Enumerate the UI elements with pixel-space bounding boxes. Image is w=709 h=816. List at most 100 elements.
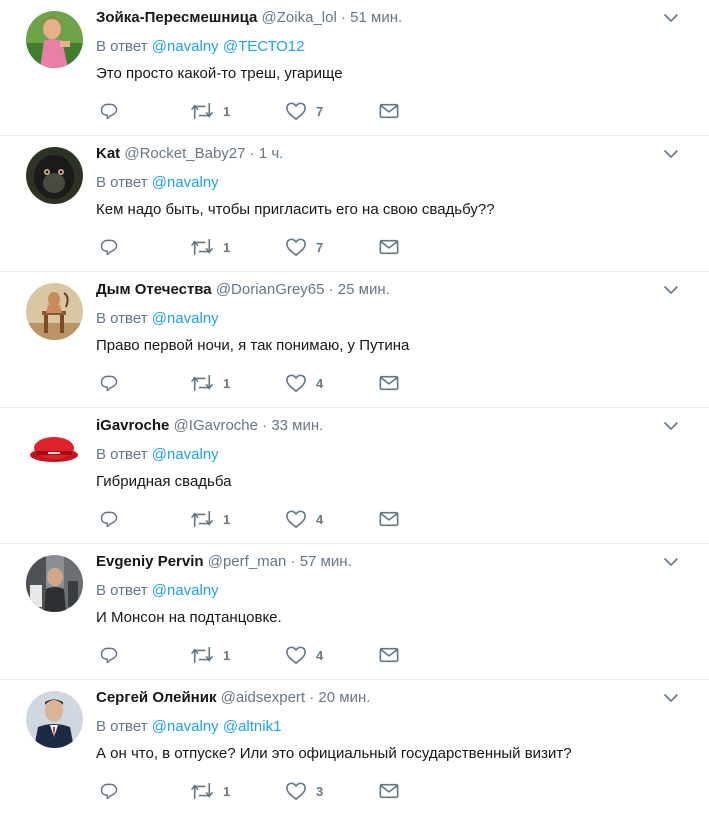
avatar-image — [26, 555, 83, 612]
mention-link[interactable]: @navalny — [152, 38, 219, 55]
mention-link[interactable]: @navalny — [152, 718, 219, 735]
chevron-down-icon[interactable] — [663, 420, 679, 432]
avatar[interactable] — [26, 283, 83, 340]
direct-message-button[interactable] — [379, 101, 399, 121]
heart-icon — [286, 510, 306, 528]
retweet-button[interactable]: 1 — [190, 373, 230, 393]
mention-link[interactable]: @navalny — [152, 446, 219, 463]
tweet-timestamp[interactable]: 1 ч. — [259, 145, 284, 162]
retweet-button[interactable]: 1 — [190, 645, 230, 665]
retweet-count: 1 — [223, 783, 231, 799]
like-count: 4 — [316, 647, 324, 663]
avatar[interactable] — [26, 691, 83, 748]
author-handle[interactable]: @aidsexpert — [221, 689, 305, 706]
heart-icon — [286, 646, 306, 664]
like-count: 7 — [316, 103, 324, 119]
avatar-image — [26, 691, 83, 748]
like-button[interactable]: 4 — [285, 509, 323, 529]
reply-button[interactable] — [99, 645, 119, 665]
tweet-timestamp[interactable]: 25 мин. — [338, 281, 390, 298]
reply-button[interactable] — [99, 509, 119, 529]
tweet-actions: 1 3 — [99, 781, 419, 801]
reply-prefix: В ответ — [96, 174, 148, 191]
author-name[interactable]: Evgeniy Pervin — [96, 553, 204, 570]
reply-button[interactable] — [99, 373, 119, 393]
mention-link[interactable]: @ТЕСТО12 — [223, 38, 305, 55]
envelope-icon — [379, 375, 399, 391]
tweet-timestamp[interactable]: 33 мин. — [271, 417, 323, 434]
chevron-down-icon[interactable] — [663, 556, 679, 568]
reply-icon — [100, 375, 118, 392]
author-handle[interactable]: @DorianGrey65 — [216, 281, 325, 298]
chevron-down-icon[interactable] — [663, 12, 679, 24]
reply-button[interactable] — [99, 781, 119, 801]
like-button[interactable]: 7 — [285, 101, 323, 121]
retweet-button[interactable]: 1 — [190, 237, 230, 257]
direct-message-button[interactable] — [379, 781, 399, 801]
retweet-button[interactable]: 1 — [190, 101, 230, 121]
like-button[interactable]: 3 — [285, 781, 323, 801]
reply-icon — [100, 783, 118, 800]
chevron-down-icon[interactable] — [663, 284, 679, 296]
author-name[interactable]: Зойка-Пересмешница — [96, 9, 257, 26]
reply-context: В ответ @navalny — [96, 310, 689, 328]
avatar-image — [26, 419, 83, 476]
retweet-button[interactable]: 1 — [190, 509, 230, 529]
author-handle[interactable]: @perf_man — [208, 553, 287, 570]
reply-context: В ответ @navalny @ТЕСТО12 — [96, 38, 689, 56]
reply-icon — [100, 511, 118, 528]
reply-icon — [100, 647, 118, 664]
reply-button[interactable] — [99, 237, 119, 257]
heart-icon — [286, 238, 306, 256]
author-name[interactable]: Сергей Олейник — [96, 689, 216, 706]
like-count: 3 — [316, 783, 324, 799]
heart-icon — [286, 782, 306, 800]
tweet-actions: 1 4 — [99, 373, 419, 393]
direct-message-button[interactable] — [379, 373, 399, 393]
envelope-icon — [379, 239, 399, 255]
reply-prefix: В ответ — [96, 446, 148, 463]
avatar[interactable] — [26, 555, 83, 612]
author-name[interactable]: Дым Отечества — [96, 281, 212, 298]
reply-button[interactable] — [99, 101, 119, 121]
tweet-feed: Зойка-Пересмешница @Zoika_lol · 51 мин. … — [0, 0, 709, 816]
author-name[interactable]: Kat — [96, 145, 120, 162]
chevron-down-icon[interactable] — [663, 692, 679, 704]
like-button[interactable]: 4 — [285, 373, 323, 393]
direct-message-button[interactable] — [379, 509, 399, 529]
retweet-button[interactable]: 1 — [190, 781, 230, 801]
reply-icon — [100, 103, 118, 120]
direct-message-button[interactable] — [379, 645, 399, 665]
mention-link[interactable]: @navalny — [152, 310, 219, 327]
reply-prefix: В ответ — [96, 310, 148, 327]
like-button[interactable]: 7 — [285, 237, 323, 257]
retweet-icon — [191, 510, 213, 528]
tweet-text: Это просто какой-то треш, угарище — [96, 65, 343, 82]
separator-dot: · — [328, 281, 334, 298]
author-handle[interactable]: @Rocket_Baby27 — [124, 145, 245, 162]
like-count: 4 — [316, 511, 324, 527]
envelope-icon — [379, 103, 399, 119]
chevron-down-icon[interactable] — [663, 148, 679, 160]
tweet: Сергей Олейник @aidsexpert · 20 мин. В о… — [0, 680, 709, 816]
like-button[interactable]: 4 — [285, 645, 323, 665]
mention-link[interactable]: @altnik1 — [223, 718, 282, 735]
tweet-timestamp[interactable]: 57 мин. — [300, 553, 352, 570]
author-handle[interactable]: @IGavroche — [174, 417, 258, 434]
reply-icon — [100, 239, 118, 256]
tweet-timestamp[interactable]: 20 мин. — [318, 689, 370, 706]
avatar[interactable] — [26, 147, 83, 204]
tweet-timestamp[interactable]: 51 мин. — [350, 9, 402, 26]
heart-icon — [286, 102, 306, 120]
reply-context: В ответ @navalny @altnik1 — [96, 718, 689, 736]
tweet-text: Право первой ночи, я так понимаю, у Пути… — [96, 337, 410, 354]
tweet: Дым Отечества @DorianGrey65 · 25 мин. В … — [0, 272, 709, 408]
mention-link[interactable]: @navalny — [152, 582, 219, 599]
avatar[interactable] — [26, 11, 83, 68]
mention-link[interactable]: @navalny — [152, 174, 219, 191]
avatar[interactable] — [26, 419, 83, 476]
like-count: 4 — [316, 375, 324, 391]
direct-message-button[interactable] — [379, 237, 399, 257]
author-name[interactable]: iGavroche — [96, 417, 169, 434]
author-handle[interactable]: @Zoika_lol — [262, 9, 337, 26]
